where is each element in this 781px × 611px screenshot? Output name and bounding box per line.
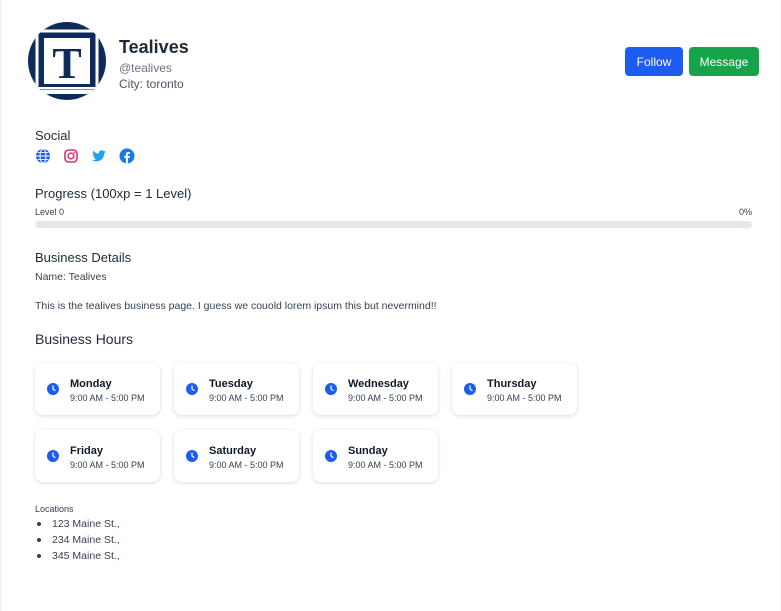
day-name: Saturday (209, 445, 257, 457)
day-name: Thursday (487, 378, 537, 390)
hours-card-monday: Monday 9:00 AM - 5:00 PM (35, 363, 160, 415)
hours-card-saturday: Saturday 9:00 AM - 5:00 PM (174, 430, 299, 482)
profile-city: City: toronto (119, 77, 184, 91)
progress-bar (35, 221, 752, 228)
profile-handle: @tealives (119, 61, 172, 75)
globe-icon[interactable] (35, 148, 51, 164)
day-time: 9:00 AM - 5:00 PM (348, 460, 423, 470)
clock-icon (47, 450, 59, 462)
hours-card-thursday: Thursday 9:00 AM - 5:00 PM (452, 363, 577, 415)
day-time: 9:00 AM - 5:00 PM (209, 393, 284, 403)
hours-card-tuesday: Tuesday 9:00 AM - 5:00 PM (174, 363, 299, 415)
day-time: 9:00 AM - 5:00 PM (348, 393, 423, 403)
avatar-letter: T (52, 39, 81, 88)
day-name: Monday (70, 378, 112, 390)
day-name: Friday (70, 445, 104, 457)
day-name: Sunday (348, 445, 388, 457)
profile-name: Tealives (119, 37, 189, 57)
profile-card: T Tealives @tealives City: toronto Follo… (2, 0, 780, 611)
day-name: Tuesday (209, 378, 253, 390)
day-time: 9:00 AM - 5:00 PM (209, 460, 284, 470)
progress-title: Progress (100xp = 1 Level) (35, 186, 192, 201)
day-name: Wednesday (348, 378, 409, 390)
location-item: 345 Maine St., (35, 548, 120, 564)
profile-header: T Tealives @tealives City: toronto Follo… (28, 22, 763, 102)
day-time: 9:00 AM - 5:00 PM (70, 393, 145, 403)
clock-icon (47, 383, 59, 395)
clock-icon (464, 383, 476, 395)
social-title: Social (35, 128, 71, 143)
clock-icon (325, 383, 337, 395)
avatar: T (28, 22, 106, 100)
business-name: Name: Tealives (35, 271, 107, 283)
clock-icon (186, 383, 198, 395)
hours-card-sunday: Sunday 9:00 AM - 5:00 PM (313, 430, 438, 482)
business-description: This is the tealives business page. I gu… (35, 300, 437, 312)
locations-list: 123 Maine St., 234 Maine St., 345 Maine … (35, 516, 120, 564)
instagram-icon[interactable] (63, 148, 79, 164)
hours-card-friday: Friday 9:00 AM - 5:00 PM (35, 430, 160, 482)
location-item: 123 Maine St., (35, 516, 120, 532)
locations-title: Locations (35, 504, 74, 514)
progress-percent: 0% (738, 207, 752, 217)
day-time: 9:00 AM - 5:00 PM (70, 460, 145, 470)
location-item: 234 Maine St., (35, 532, 120, 548)
twitter-icon[interactable] (91, 148, 107, 164)
message-button[interactable]: Message (689, 47, 759, 76)
clock-icon (325, 450, 337, 462)
business-details-title: Business Details (35, 250, 132, 265)
facebook-icon[interactable] (119, 148, 135, 164)
level-label: Level 0 (35, 207, 65, 217)
follow-button[interactable]: Follow (625, 47, 683, 76)
hours-card-wednesday: Wednesday 9:00 AM - 5:00 PM (313, 363, 438, 415)
day-time: 9:00 AM - 5:00 PM (487, 393, 562, 403)
business-hours-title: Business Hours (35, 331, 134, 347)
clock-icon (186, 450, 198, 462)
social-links (35, 148, 135, 164)
